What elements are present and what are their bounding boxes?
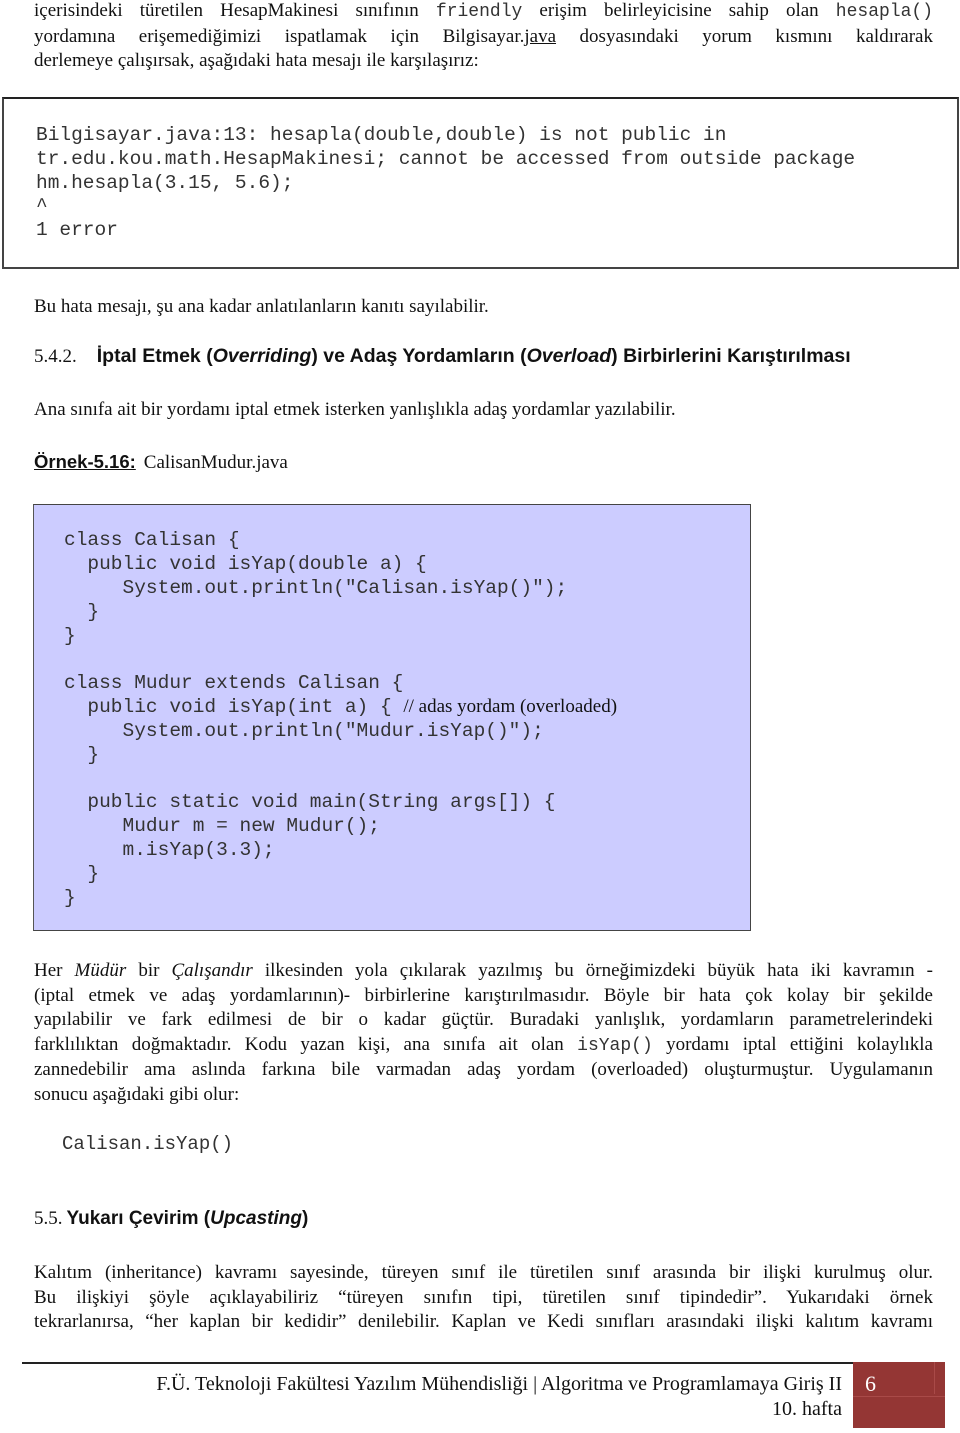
intro-line-1: içerisindeki türetilen HesapMakinesi sın…	[34, 0, 933, 25]
page-box-divider	[934, 1362, 935, 1394]
explain-italic: Müdür	[74, 960, 127, 981]
title-part: ) Birbirlerini Karıştırılması	[611, 345, 851, 367]
title-part: İptal Etmek (	[96, 345, 213, 367]
code-line: }	[64, 625, 76, 647]
code-listing: class Calisan { public void isYap(double…	[33, 504, 751, 931]
code-line: class Mudur extends Calisan {	[64, 672, 404, 694]
code-line: }	[64, 863, 100, 885]
explain-text: bir	[126, 960, 172, 981]
inline-code-isyap: isYap()	[577, 1035, 653, 1056]
error-line: Bilgisayar.java:13: hesapla(double,doubl…	[36, 124, 727, 146]
example-caption: Örnek-5.16: CalisanMudur.java	[34, 451, 288, 474]
kalitim-line: tekrarlanırsa, “her kaplan bir kedidir” …	[34, 1311, 933, 1332]
footer-week: 10. hafta	[772, 1398, 842, 1420]
intro-line-2: yordamına erişemediğimizi ispatlamak içi…	[34, 25, 933, 50]
explain-italic: Çalışandır	[171, 960, 253, 981]
error-line: hm.hesapla(3.15, 5.6);	[36, 171, 294, 194]
explain-text: yordamı iptal ettiğini kolaylıkla	[652, 1033, 933, 1055]
section-title: Yukarı Çevirim (Upcasting)	[67, 1208, 309, 1229]
title-part: )	[301, 1208, 309, 1229]
title-italic: Upcasting	[210, 1208, 302, 1229]
error-caret: ^	[36, 195, 48, 218]
intro-text: erişim belirleyicisine sahip olan	[522, 0, 836, 21]
explain-text: Her	[34, 960, 75, 981]
kalitim-line: Bu ilişkiyi şöyle açıklayabiliriz “türey…	[34, 1286, 933, 1308]
intro-text: yordamına erişemediğimizi ispatlamak içi…	[34, 25, 525, 47]
intro-paragraph: içerisindeki türetilen HesapMakinesi sın…	[34, 0, 933, 74]
java-link[interactable]: java	[524, 26, 556, 47]
inline-code-friendly: friendly	[435, 2, 523, 22]
code-text: public void isYap(int a) {	[64, 696, 404, 718]
example-label: Örnek-5.16:	[34, 451, 136, 472]
error-count: 1 error	[36, 219, 118, 242]
explain-text: ilkesinden yola çıkılarak yazılmış bu ör…	[252, 960, 934, 981]
code-line: }	[64, 887, 76, 909]
code-line: class Calisan {	[64, 529, 240, 551]
section-heading-5-4-2: 5.4.2. İptal Etmek (Overriding) ve Adaş Y…	[34, 345, 851, 368]
example-filename: CalisanMudur.java	[143, 452, 288, 473]
code-line: m.isYap(3.3);	[64, 839, 275, 861]
section-number: 5.4.2.	[34, 346, 77, 367]
error-line: tr.edu.kou.math.HesapMakinesi; cannot be…	[36, 147, 856, 170]
code-line: public static void main(String args[]) {	[64, 791, 556, 813]
section-title: İptal Etmek (Overriding) ve Adaş Yordaml…	[97, 345, 851, 367]
section-heading-5-5: 5.5. Yukarı Çevirim (Upcasting)	[34, 1208, 308, 1230]
program-output: Calisan.isYap()	[62, 1133, 234, 1155]
footer-divider	[22, 1362, 854, 1364]
explain-line: zannedebilir ama aslında farkına bile va…	[34, 1059, 933, 1080]
title-italic: Overload	[526, 345, 612, 367]
code-line: public void isYap(double a) {	[64, 553, 427, 575]
explain-line: farklılıktan doğmaktadır. Kodu yazan kiş…	[34, 1033, 933, 1059]
page-number-box: 6	[853, 1362, 945, 1428]
title-part: Yukarı Çevirim (	[66, 1208, 211, 1229]
footer-course: F.Ü. Teknoloji Fakültesi Yazılım Mühendi…	[156, 1373, 842, 1395]
code-line: }	[64, 744, 100, 766]
error-output: Bilgisayar.java:13: hesapla(double,doubl…	[36, 124, 855, 243]
intro-line-3: derlemeye çalışırsak, aşağıdaki hata mes…	[34, 50, 479, 71]
title-part: ) ve Adaş Yordamların (	[311, 345, 527, 367]
code-line: Mudur m = new Mudur();	[64, 815, 380, 837]
ana-text: Ana sınıfa ait bir yordamı iptal etmek i…	[34, 399, 676, 420]
code-line: System.out.println("Calisan.isYap()");	[64, 577, 568, 599]
intro-text: içerisindeki türetilen HesapMakinesi sın…	[34, 0, 436, 21]
explain-line: yapılabilir ve fark edilmesi de bir o ka…	[34, 1009, 933, 1030]
explanation-paragraph: Her Müdür bir Çalışandır ilkesinden yola…	[34, 959, 933, 1107]
error-output-box: Bilgisayar.java:13: hesapla(double,doubl…	[2, 97, 959, 269]
inheritance-paragraph: Kalıtım (inheritance) kavramı sayesinde,…	[34, 1261, 933, 1335]
code-comment: // adas yordam (overloaded)	[403, 696, 618, 717]
evidence-text: Bu hata mesajı, şu ana kadar anlatılanla…	[34, 296, 489, 317]
explain-line: sonucu aşağıdaki gibi olur:	[34, 1083, 240, 1105]
section-number: 5.5.	[34, 1208, 63, 1229]
footer-text: F.Ü. Teknoloji Fakültesi Yazılım Mühendi…	[156, 1372, 842, 1422]
intro-text: dosyasındaki yorum kısmını kaldırarak	[556, 25, 933, 47]
code-line: }	[64, 601, 100, 623]
page-number: 6	[865, 1371, 876, 1396]
explain-line: (iptal etmek ve adaş yordamlarının)- bir…	[34, 984, 933, 1006]
code-line: System.out.println("Mudur.isYap()");	[64, 720, 544, 742]
inline-code-hesapla: hesapla()	[835, 2, 934, 22]
explain-line: Her Müdür bir Çalışandır ilkesinden yola…	[34, 959, 933, 984]
title-italic: Overriding	[212, 345, 312, 367]
kalitim-line: Kalıtım (inheritance) kavramı sayesinde,…	[34, 1262, 933, 1283]
explain-text: farklılıktan doğmaktadır. Kodu yazan kiş…	[34, 1033, 578, 1055]
code-line: public void isYap(int a) { // adas yorda…	[64, 695, 617, 719]
